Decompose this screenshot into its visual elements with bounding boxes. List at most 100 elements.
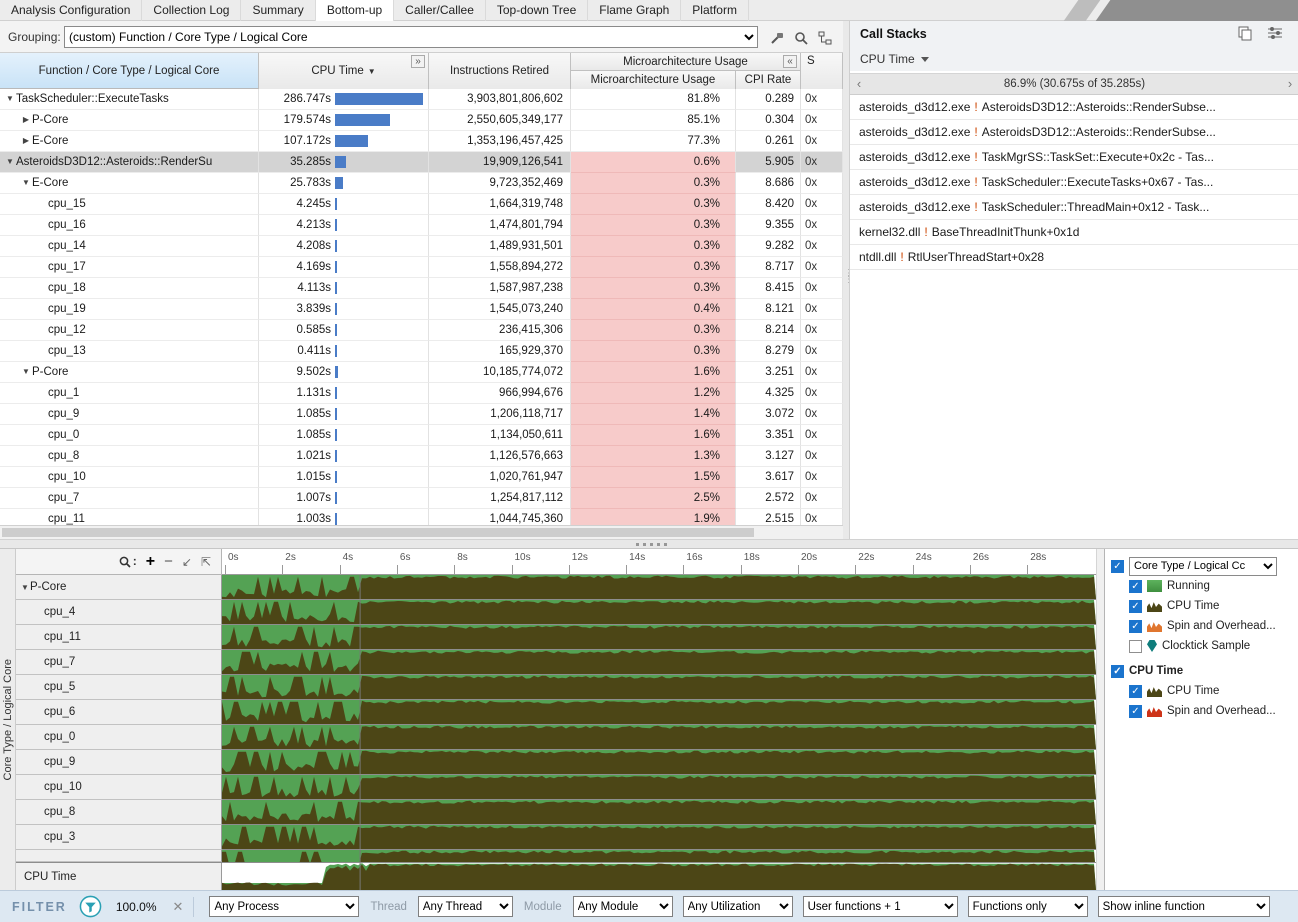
tab-summary[interactable]: Summary [241,0,315,21]
table-row[interactable]: cpu_164.213s1,474,801,7940.3%9.3550x [0,215,843,236]
timeline-row-label[interactable]: cpu_8 [16,800,222,825]
timeline-row-chart[interactable] [222,850,1096,862]
table-row[interactable]: ▶P-Core179.574s2,550,605,349,17785.1%0.3… [0,110,843,131]
column-header-overflow[interactable]: S [801,53,843,89]
legend-checkbox[interactable]: ✓ [1129,620,1142,633]
table-row[interactable]: cpu_174.169s1,558,894,2720.3%8.7170x [0,257,843,278]
overview-row-chart[interactable] [222,863,1096,891]
timeline-row-chart[interactable] [222,750,1096,775]
table-row[interactable]: cpu_130.411s165,929,3700.3%8.2790x [0,341,843,362]
table-row[interactable]: cpu_120.585s236,415,3060.3%8.2140x [0,320,843,341]
functions-mode-filter[interactable]: Functions only [968,896,1088,917]
stack-frame[interactable]: ntdll.dll!RtlUserThreadStart+0x28 [850,245,1298,270]
grid-horizontal-scrollbar[interactable] [0,525,843,539]
reset-zoom-icon[interactable]: ⇱ [201,556,211,568]
stack-frame[interactable]: asteroids_d3d12.exe!AsteroidsD3D12::Aste… [850,95,1298,120]
tab-top-down-tree[interactable]: Top-down Tree [486,0,588,21]
tab-bottom-up[interactable]: Bottom-up [316,0,394,21]
call-stack-mode-filter[interactable]: User functions + 1 [803,896,958,917]
column-header-cpi[interactable]: CPI Rate [736,71,801,89]
timeline-row-label[interactable]: cpu_6 [16,700,222,725]
stack-frame[interactable]: asteroids_d3d12.exe!TaskScheduler::Execu… [850,170,1298,195]
table-row[interactable]: cpu_81.021s1,126,576,6631.3%3.1270x [0,446,843,467]
inline-mode-filter[interactable]: Show inline function [1098,896,1270,917]
timeline-row-label[interactable]: cpu_0 [16,725,222,750]
legend-checkbox[interactable]: ✓ [1129,705,1142,718]
settings-sliders-icon[interactable] [1265,26,1285,44]
expander-icon[interactable]: ▼ [4,152,16,172]
legend-checkbox[interactable]: ✓ [1111,665,1124,678]
metric-dropdown[interactable]: CPU Time [860,52,929,66]
zoom-mode-icon[interactable]: : [118,555,137,569]
legend-checkbox[interactable]: ✓ [1129,685,1142,698]
timeline-row-chart[interactable] [222,800,1096,825]
table-row[interactable]: cpu_154.245s1,664,319,7480.3%8.4200x [0,194,843,215]
timeline-row-label[interactable]: cpu_9 [16,750,222,775]
filter-funnel-icon[interactable] [79,895,102,918]
show-hierarchy-icon[interactable] [814,27,836,47]
timeline-row-label[interactable]: cpu_10 [16,775,222,800]
tab-flame-graph[interactable]: Flame Graph [588,0,681,21]
timeline-row-label[interactable]: cpu_11 [16,625,222,650]
stack-frame[interactable]: asteroids_d3d12.exe!TaskMgrSS::TaskSet::… [850,145,1298,170]
table-row[interactable]: ▼E-Core25.783s9,723,352,4690.3%8.6860x [0,173,843,194]
stack-frame[interactable]: asteroids_d3d12.exe!AsteroidsD3D12::Aste… [850,120,1298,145]
copy-icon[interactable] [1235,26,1255,44]
table-row[interactable]: cpu_91.085s1,206,118,7171.4%3.0720x [0,404,843,425]
timeline-row-chart[interactable] [222,700,1096,725]
tab-collection-log[interactable]: Collection Log [142,0,241,21]
timeline-row-label[interactable]: cpu_3 [16,825,222,850]
legend-checkbox[interactable]: ✓ [1129,600,1142,613]
search-icon[interactable] [790,27,812,47]
table-row[interactable]: ▶E-Core107.172s1,353,196,457,42577.3%0.2… [0,131,843,152]
timeline-row-chart[interactable] [222,725,1096,750]
column-header-instructions[interactable]: Instructions Retired [429,53,571,89]
tab-analysis-configuration[interactable]: Analysis Configuration [0,0,142,21]
legend-grouping-select[interactable]: Core Type / Logical Cc [1129,557,1277,576]
table-row[interactable]: cpu_71.007s1,254,817,1122.5%2.5720x [0,488,843,509]
clear-filter-icon[interactable]: ✕ [173,899,184,915]
zoom-in-icon[interactable]: + [146,554,155,570]
tab-platform[interactable]: Platform [681,0,749,21]
timeline-row-label[interactable]: cpu_5 [16,675,222,700]
timeline-row-chart[interactable] [222,600,1096,625]
table-row[interactable]: cpu_144.208s1,489,931,5010.3%9.2820x [0,236,843,257]
timeline-row-chart[interactable] [222,650,1096,675]
table-row[interactable]: ▼TaskScheduler::ExecuteTasks286.747s3,90… [0,89,843,110]
table-row[interactable]: ▼P-Core9.502s10,185,774,0721.6%3.2510x [0,362,843,383]
expander-icon[interactable]: ▼ [16,583,30,592]
prev-stack-icon[interactable]: ‹ [852,74,866,94]
timeline-vertical-scrollbar[interactable] [1096,549,1104,890]
timeline-row-label[interactable]: cpu_7 [16,650,222,675]
table-row[interactable]: cpu_11.131s966,994,6761.2%4.3250x [0,383,843,404]
module-filter[interactable]: Any Module [573,896,673,917]
timeline-ruler[interactable]: 0s2s4s6s8s10s12s14s16s18s20s22s24s26s28s [222,549,1096,575]
column-header-cpu-time[interactable]: CPU Time▼ » [259,53,429,89]
thread-filter[interactable]: Any Thread [418,896,513,917]
expand-column-button[interactable]: » [411,55,425,68]
timeline-row-chart[interactable] [222,625,1096,650]
next-stack-icon[interactable]: › [1283,74,1297,94]
timeline-row-chart[interactable] [222,675,1096,700]
stack-frame[interactable]: kernel32.dll!BaseThreadInitThunk+0x1d [850,220,1298,245]
expander-icon[interactable]: ▼ [20,362,32,382]
process-filter[interactable]: Any Process [209,896,359,917]
grouping-select[interactable]: (custom) Function / Core Type / Logical … [64,26,758,48]
table-row[interactable]: ▼AsteroidsD3D12::Asteroids::RenderSu35.2… [0,152,843,173]
utilization-filter[interactable]: Any Utilization [683,896,793,917]
scrollbar-thumb[interactable] [2,528,754,537]
expander-icon[interactable]: ▶ [20,131,32,151]
expander-icon[interactable]: ▼ [20,173,32,193]
column-group-microarchitecture[interactable]: Microarchitecture Usage « [571,53,801,71]
expander-icon[interactable]: ▼ [4,89,16,109]
collapse-column-button[interactable]: « [783,55,797,68]
table-row[interactable]: cpu_193.839s1,545,073,2400.4%8.1210x [0,299,843,320]
table-row[interactable]: cpu_184.113s1,587,987,2380.3%8.4150x [0,278,843,299]
legend-checkbox[interactable] [1129,640,1142,653]
undo-zoom-icon[interactable]: ↙ [182,556,192,568]
expander-icon[interactable]: ▶ [20,110,32,130]
timeline-row-chart[interactable] [222,775,1096,800]
horizontal-splitter[interactable] [0,539,1298,549]
column-header-mau[interactable]: Microarchitecture Usage [571,71,736,89]
legend-checkbox[interactable]: ✓ [1111,560,1124,573]
